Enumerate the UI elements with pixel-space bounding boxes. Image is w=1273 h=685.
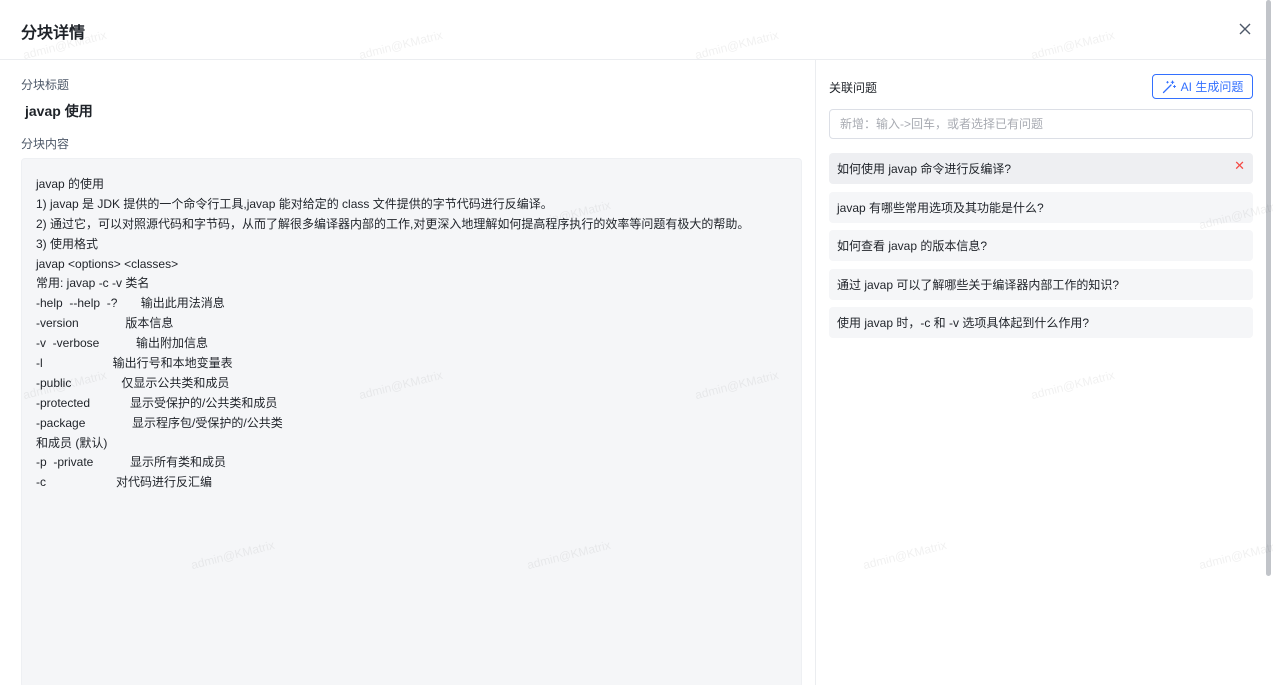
question-text: javap 有哪些常用选项及其功能是什么? (837, 200, 1044, 215)
related-questions-label: 关联问题 (829, 81, 878, 95)
chunk-title-label: 分块标题 (21, 78, 70, 92)
ai-generate-questions-label: AI 生成问题 (1180, 80, 1244, 94)
question-item[interactable]: 使用 javap 时，-c 和 -v 选项具体起到什么作用? (829, 307, 1253, 338)
content-line: -v -verbose 输出附加信息 (36, 336, 209, 351)
question-text: 使用 javap 时，-c 和 -v 选项具体起到什么作用? (837, 316, 1090, 330)
magic-wand-icon (1162, 79, 1176, 93)
content-line: -package 显示程序包/受保护的/公共类 (36, 415, 283, 430)
content-line: 常用: javap -c -v 类名 (36, 276, 150, 291)
dialog-title: 分块详情 (21, 25, 86, 42)
question-item[interactable]: javap 有哪些常用选项及其功能是什么? (829, 191, 1253, 223)
chunk-content-box[interactable]: javap 的使用 1) javap 是 JDK 提供的一个命令行工具,java… (21, 158, 802, 685)
content-line: 3) 使用格式 (36, 236, 99, 251)
panel-divider (815, 60, 816, 685)
content-line: -protected 显示受保护的/公共类和成员 (36, 395, 278, 410)
ai-generate-questions-button[interactable]: AI 生成问题 (1152, 74, 1253, 99)
dialog-header: 分块详情 (0, 0, 1266, 60)
question-text: 如何查看 javap 的版本信息? (837, 239, 988, 253)
content-line: -help --help -? 输出此用法消息 (36, 296, 225, 311)
chunk-title-value: javap 使用 (25, 103, 93, 119)
question-list: 如何使用 javap 命令进行反编译? ✕ javap 有哪些常用选项及其功能是… (829, 153, 1253, 346)
new-question-input[interactable] (829, 109, 1253, 139)
content-line: -c 对代码进行反汇编 (36, 475, 213, 490)
chunk-detail-dialog: 分块详情 分块标题 javap 使用 分块内容 javap 的使用 1) jav… (0, 0, 1273, 685)
content-line: -l 输出行号和本地变量表 (36, 356, 233, 371)
question-text: 如何使用 javap 命令进行反编译? (837, 162, 1012, 176)
chunk-content-label: 分块内容 (21, 137, 70, 151)
content-line: javap 的使用 (36, 177, 105, 191)
content-line: 和成员 (默认) (36, 435, 108, 450)
content-line: -public 仅显示公共类和成员 (36, 375, 230, 390)
delete-x-icon[interactable]: ✕ (1234, 159, 1245, 172)
question-item[interactable]: 如何使用 javap 命令进行反编译? ✕ (829, 153, 1253, 184)
question-item[interactable]: 通过 javap 可以了解哪些关于编译器内部工作的知识? (829, 268, 1253, 300)
content-line: -p -private 显示所有类和成员 (36, 455, 227, 470)
questions-panel: 关联问题 AI 生成问题 如何使用 javap 命令进行反编译? ✕ javap… (829, 60, 1253, 685)
question-item[interactable]: 如何查看 javap 的版本信息? (829, 230, 1253, 261)
dialog-scrollbar[interactable] (1266, 0, 1271, 576)
content-line: -version 版本信息 (36, 316, 174, 331)
question-text: 通过 javap 可以了解哪些关于编译器内部工作的知识? (837, 277, 1120, 292)
close-button[interactable] (1236, 20, 1254, 38)
close-icon (1239, 23, 1251, 35)
content-line: 1) javap 是 JDK 提供的一个命令行工具,javap 能对给定的 cl… (36, 196, 553, 211)
content-line: javap <options> <classes> (36, 256, 179, 271)
chunk-panel: 分块标题 javap 使用 分块内容 javap 的使用 1) javap 是 … (21, 60, 802, 685)
content-line: 2) 通过它，可以对照源代码和字节码，从而了解很多编译器内部的工作,对更深入地理… (36, 216, 750, 231)
